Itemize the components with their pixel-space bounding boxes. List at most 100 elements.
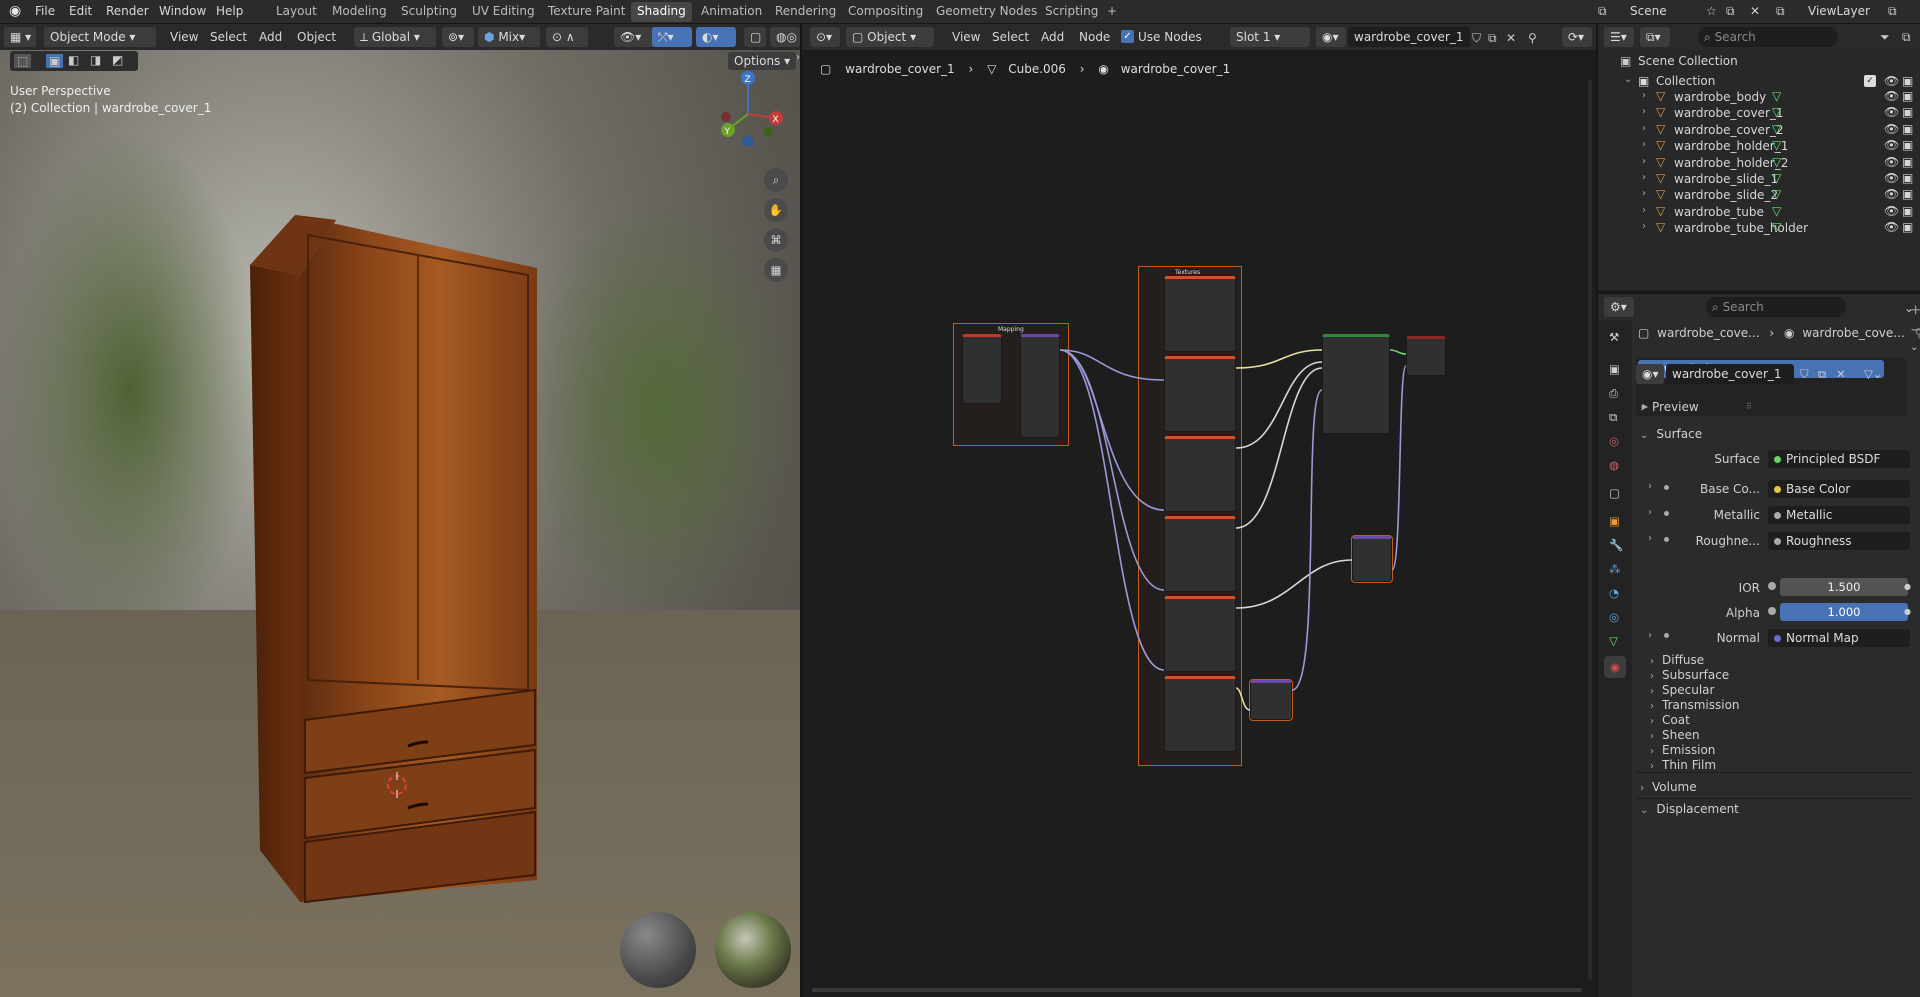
collection-tab-icon[interactable]: ▢ — [1609, 486, 1620, 500]
menu-file[interactable]: File — [35, 4, 55, 18]
proportional-edit-button[interactable]: ⊙ ∧ — [546, 27, 588, 47]
pan-hand-icon[interactable]: ✋ — [764, 198, 788, 222]
chevron-right-icon[interactable]: › — [1642, 123, 1646, 134]
outliner-editor-type[interactable]: ☰▾ — [1604, 27, 1634, 47]
render-camera-icon[interactable]: ▣ — [1902, 105, 1913, 119]
visibility-eye-icon[interactable]: 👁 — [1884, 155, 1899, 169]
subsection-transmission[interactable]: › Transmission — [1650, 698, 1740, 712]
viewport-select-menu[interactable]: Select — [210, 30, 247, 44]
chevron-right-icon[interactable]: › — [1642, 221, 1646, 232]
select-invert-icon[interactable]: ◩ — [112, 54, 123, 66]
material-tab-icon[interactable]: ◉ — [1604, 656, 1626, 678]
zoom-icon[interactable]: ⌕ — [764, 168, 788, 192]
world-tab-icon[interactable]: ◍ — [1609, 458, 1619, 472]
visibility-eye-icon[interactable]: 👁 — [1884, 89, 1899, 103]
fake-user-icon[interactable]: ⛉ — [1800, 367, 1809, 382]
filter-icon[interactable]: ⏷ — [1880, 31, 1890, 43]
subsection-emission[interactable]: › Emission — [1650, 743, 1715, 757]
surface-shader-field[interactable]: Principled BSDF — [1768, 450, 1910, 468]
tab-rendering[interactable]: Rendering — [775, 4, 836, 18]
material-datablock-name[interactable]: wardrobe_cover_1 — [1666, 364, 1794, 384]
sidebar-toggle-icon[interactable]: › — [796, 53, 800, 63]
render-tab-icon[interactable]: ▣ — [1609, 362, 1620, 376]
input-field[interactable]: Roughness — [1768, 532, 1910, 550]
subsection-coat[interactable]: › Coat — [1650, 713, 1690, 727]
camera-view-icon[interactable]: ⌘ — [764, 228, 788, 252]
subsection-sheen[interactable]: › Sheen — [1650, 728, 1700, 742]
navigation-gizmo[interactable]: Z X Y — [706, 66, 786, 146]
chevron-right-icon[interactable]: › — [1642, 90, 1646, 101]
chevron-right-icon[interactable]: › — [1648, 630, 1652, 641]
data-tab-icon[interactable]: ▽ — [1609, 634, 1618, 648]
volume-panel-header[interactable]: › Volume — [1640, 780, 1697, 794]
new-collection-icon[interactable]: ⧉ — [1902, 31, 1911, 43]
tab-compositing[interactable]: Compositing — [848, 4, 923, 18]
visibility-eye-icon[interactable]: 👁 — [1884, 187, 1899, 201]
visibility-eye-icon[interactable]: 👁 — [1884, 122, 1899, 136]
render-camera-icon[interactable]: ▣ — [1902, 204, 1913, 218]
tab-layout[interactable]: Layout — [276, 4, 317, 18]
remove-slot-icon[interactable]: － — [1910, 322, 1920, 338]
node-editor-type-button[interactable]: ⊙▾ — [810, 27, 840, 47]
node-view-menu[interactable]: View — [952, 30, 980, 44]
render-camera-icon[interactable]: ▣ — [1902, 187, 1913, 201]
render-camera-icon[interactable]: ▣ — [1902, 122, 1913, 136]
tool-tab-icon[interactable]: ⚒ — [1609, 330, 1619, 344]
chevron-right-icon[interactable]: › — [1648, 507, 1652, 518]
pin-icon[interactable]: ☆ — [1706, 5, 1717, 17]
ior-field[interactable]: 1.500 — [1780, 578, 1908, 596]
tab-modeling[interactable]: Modeling — [332, 4, 387, 18]
viewport-object-menu[interactable]: Object — [297, 30, 336, 44]
render-camera-icon[interactable]: ▣ — [1902, 155, 1913, 169]
displacement-panel-header[interactable]: ⌄ Displacement — [1640, 802, 1739, 816]
select-box-icon[interactable]: ▣ — [46, 54, 64, 68]
tab-shading[interactable]: Shading — [631, 2, 692, 22]
3d-cursor-icon[interactable] — [384, 772, 410, 798]
render-camera-icon[interactable]: ▣ — [1902, 74, 1913, 88]
visibility-eye-icon[interactable]: 👁 — [1884, 105, 1899, 119]
chevron-right-icon[interactable]: › — [1642, 172, 1646, 183]
view-layer-name[interactable]: ViewLayer — [1808, 4, 1870, 18]
3d-viewport[interactable]: ⬚ ▣ ◧ ◨ ◩ Options ▾ User Perspective (2)… — [0, 50, 800, 997]
tab-uv-editing[interactable]: UV Editing — [472, 4, 535, 18]
preview-panel-header[interactable]: › Preview — [1640, 400, 1699, 414]
node-editor[interactable]: ▢ wardrobe_cover_1 › ▽ Cube.006 › ◉ ward… — [796, 50, 1596, 997]
delete-scene-icon[interactable]: ✕ — [1750, 5, 1760, 17]
particles-tab-icon[interactable]: ⁂ — [1609, 562, 1621, 576]
mesh-data-icon[interactable]: ▽ — [1772, 171, 1781, 185]
node-link-icon[interactable]: ▽⌄ — [1864, 367, 1882, 381]
keyframe-dot-icon[interactable]: ● — [1904, 582, 1911, 591]
visibility-eye-icon[interactable]: 👁 — [1884, 138, 1899, 152]
ortho-grid-icon[interactable]: ▦ — [764, 258, 788, 282]
chevron-right-icon[interactable]: › — [1642, 205, 1646, 216]
physics-tab-icon[interactable]: ◔ — [1609, 586, 1619, 600]
editor-type-button[interactable]: ▦ ▾ — [4, 27, 36, 47]
menu-edit[interactable]: Edit — [69, 4, 92, 18]
new-view-layer-icon[interactable]: ⧉ — [1888, 5, 1897, 17]
properties-editor[interactable]: ⚒ ▣ ⎙ ⧉ ◎ ◍ ▢ ▣ 🔧 ⁂ ◔ ◎ ▽ ◉ ▢ wardrobe_c… — [1598, 303, 1920, 997]
outliner-display-mode[interactable]: ⧉▾ — [1640, 27, 1670, 47]
use-nodes-checkbox[interactable]: ✓ — [1121, 30, 1134, 43]
view-layer-tab-icon[interactable]: ⧉ — [1609, 410, 1617, 425]
view-layer-icon[interactable]: ⧉ — [1776, 5, 1785, 17]
add-workspace-button[interactable]: + — [1107, 4, 1117, 18]
object-tab-icon[interactable]: ▣ — [1609, 514, 1620, 528]
output-tab-icon[interactable]: ⎙ — [1609, 386, 1618, 401]
normal-field[interactable]: Normal Map — [1768, 629, 1910, 647]
slot-dropdown[interactable]: Slot 1 ▾ — [1230, 27, 1310, 47]
shading-mode-buttons[interactable]: ◍◎ — [770, 27, 800, 47]
snap-dropdown[interactable]: ⬢ Mix▾ — [478, 27, 540, 47]
node-select-menu[interactable]: Select — [992, 30, 1029, 44]
outliner-search-input[interactable]: ⌕ Search — [1698, 27, 1838, 47]
exclude-checkbox[interactable]: ✓ — [1864, 75, 1876, 87]
tab-scripting[interactable]: Scripting — [1045, 4, 1098, 18]
node-add-menu[interactable]: Add — [1041, 30, 1064, 44]
tab-texture-paint[interactable]: Texture Paint — [548, 4, 625, 18]
snap-toggle[interactable]: ⟳▾ — [1562, 27, 1592, 47]
mesh-data-icon[interactable]: ▽ — [1772, 187, 1781, 201]
xray-toggle[interactable]: ▢ — [744, 27, 766, 47]
unlink-material-icon[interactable]: ✕ — [1506, 32, 1516, 44]
subsection-diffuse[interactable]: › Diffuse — [1650, 653, 1704, 667]
visibility-eye-icon[interactable]: 👁 — [1884, 220, 1899, 234]
menu-render[interactable]: Render — [106, 4, 149, 18]
